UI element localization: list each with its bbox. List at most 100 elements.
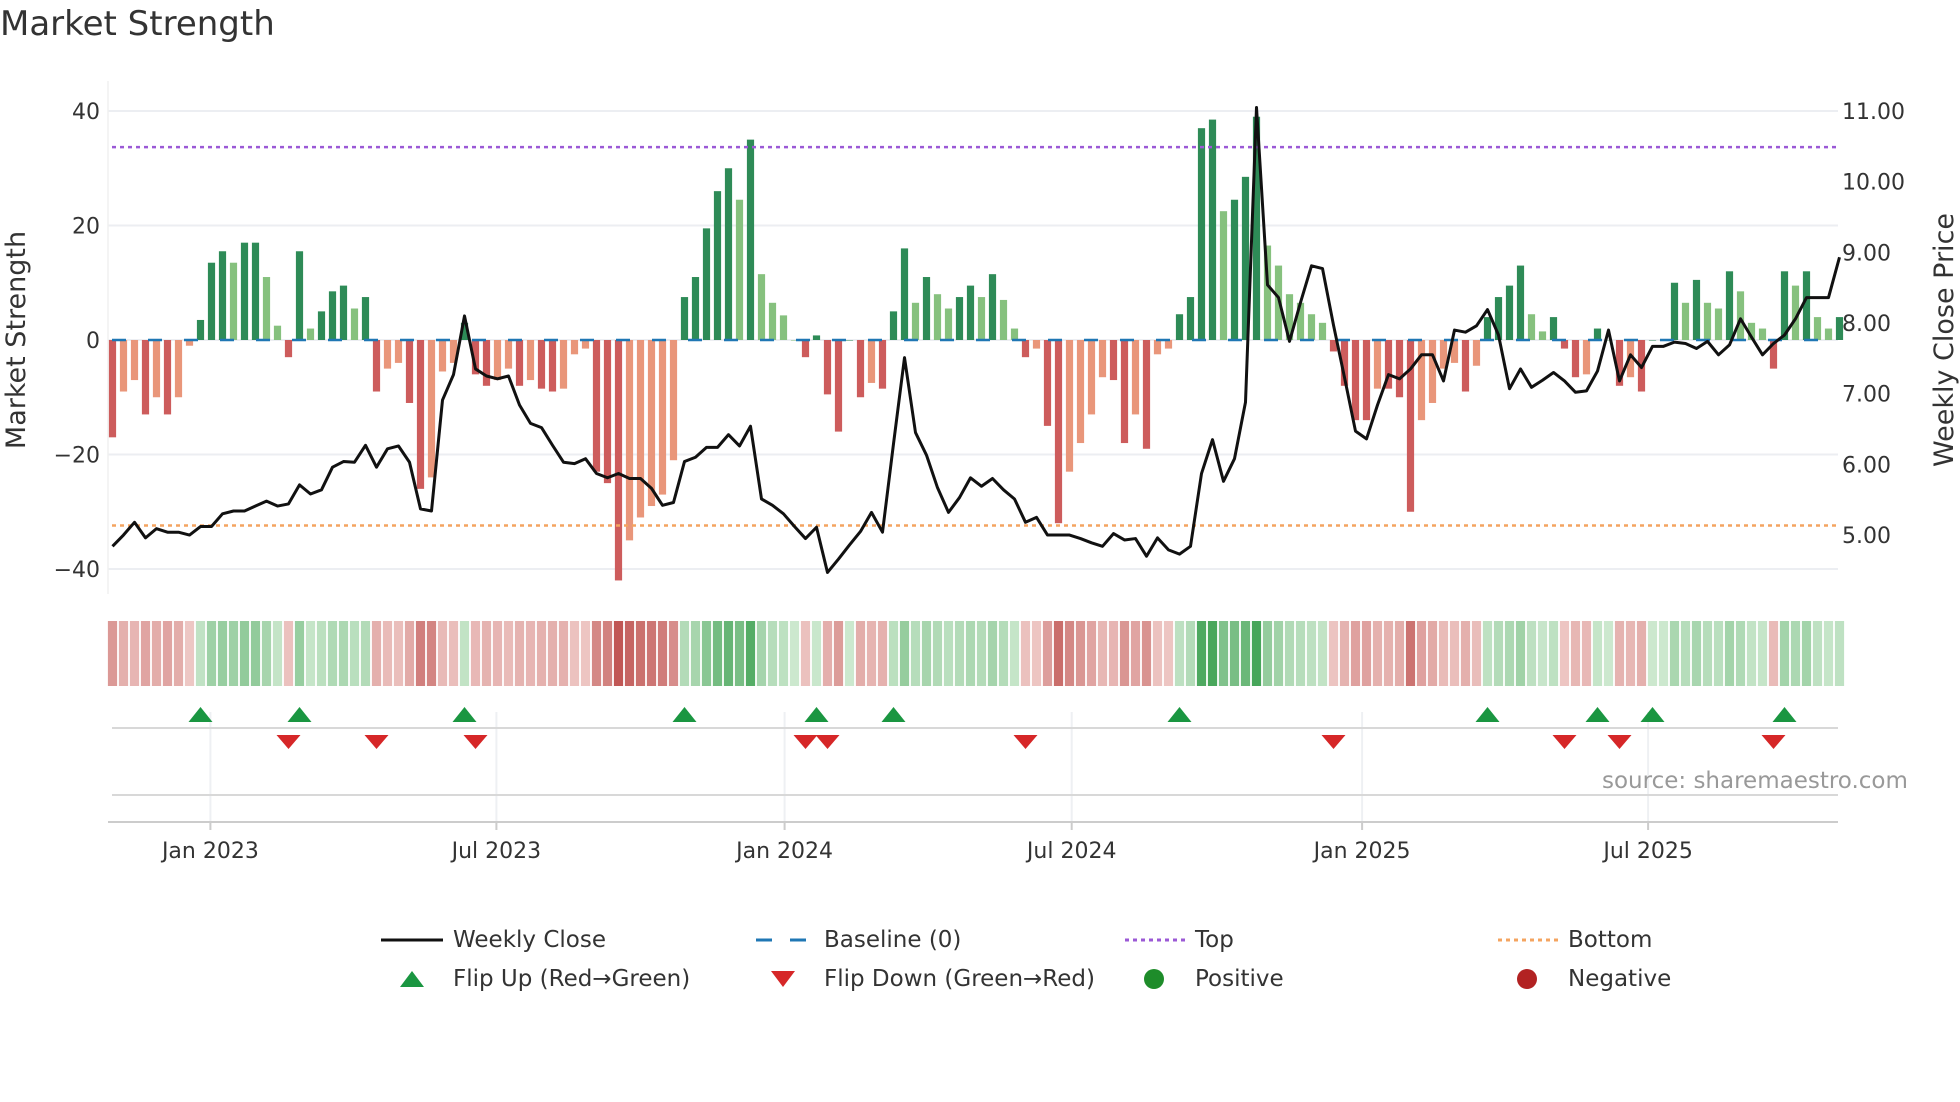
strength-bar	[174, 340, 183, 398]
strength-bar	[262, 277, 271, 340]
heatmap-cell	[844, 621, 855, 686]
heatmap-cell	[393, 621, 404, 686]
heatmap-cell	[1262, 621, 1273, 686]
strength-bar	[108, 340, 117, 438]
strength-bar	[1219, 211, 1228, 340]
heatmap-cell	[591, 621, 602, 686]
strength-bar	[1461, 340, 1470, 392]
x-tick-label: Jul 2024	[1025, 839, 1117, 864]
heatmap-cell	[1735, 621, 1746, 686]
strength-bar	[1373, 340, 1382, 389]
strength-bar	[702, 228, 711, 340]
heatmap-cell	[756, 621, 767, 686]
flip-down-marker	[276, 735, 301, 749]
heatmap-cell	[690, 621, 701, 686]
strength-bar	[152, 340, 161, 398]
heatmap-cell	[217, 621, 228, 686]
strength-bar	[1758, 328, 1767, 340]
heatmap-cell	[701, 621, 712, 686]
strength-bar	[713, 191, 722, 340]
flip-down-marker	[815, 735, 840, 749]
heatmap-cell	[1801, 621, 1812, 686]
y2-tick-label: 6.00	[1842, 453, 1891, 478]
heatmap-cell	[943, 621, 954, 686]
heatmap-cell	[1009, 621, 1020, 686]
strength-bar	[1483, 317, 1492, 340]
flip-down-marker	[1321, 735, 1346, 749]
heatmap-cell	[1614, 621, 1625, 686]
strength-bar	[1593, 328, 1602, 340]
legend-label: Flip Down (Green→Red)	[824, 966, 1095, 992]
source-credit: source: sharemaestro.com	[1602, 768, 1908, 794]
strength-bar	[130, 340, 139, 381]
heatmap-cell	[1658, 621, 1669, 686]
heatmap-cell	[1834, 621, 1845, 686]
strength-bar	[559, 340, 568, 389]
strength-bar	[1428, 340, 1437, 403]
legend-item-weekly-close: Weekly Close	[381, 922, 606, 958]
strength-bar	[394, 340, 403, 363]
strength-bar	[1714, 308, 1723, 340]
heatmap-cell	[833, 621, 844, 686]
strength-bar	[405, 340, 414, 403]
heatmap-cell	[514, 621, 525, 686]
legend-label: Weekly Close	[453, 927, 606, 953]
heatmap-cell	[1240, 621, 1251, 686]
heatmap-cell	[602, 621, 613, 686]
heatmap-cell	[734, 621, 745, 686]
strength-bar	[1472, 340, 1481, 366]
triangle-down-icon	[752, 961, 814, 997]
heatmap-cell	[1405, 621, 1416, 686]
flip-down-marker	[1013, 735, 1038, 749]
flip-down-marker	[1552, 735, 1577, 749]
strength-bar	[746, 139, 755, 340]
heatmap-cell	[338, 621, 349, 686]
strength-bar	[273, 325, 282, 340]
y2-tick-label: 10.00	[1842, 171, 1905, 196]
strength-bar	[1153, 340, 1162, 355]
heatmap-cell	[778, 621, 789, 686]
strength-bar	[834, 340, 843, 432]
legend-label: Bottom	[1568, 927, 1653, 953]
strength-bar	[1142, 340, 1151, 449]
strength-bar	[361, 297, 370, 340]
strength-bar	[845, 340, 854, 341]
strength-bar	[1835, 317, 1844, 340]
strength-bar	[207, 262, 216, 340]
strength-bar	[1736, 291, 1745, 340]
strength-bar	[1582, 340, 1591, 375]
heatmap-cell	[987, 621, 998, 686]
y-tick-label: −40	[54, 558, 100, 583]
strength-bar	[295, 251, 304, 340]
strength-bar	[1703, 302, 1712, 340]
heatmap-cell	[767, 621, 778, 686]
strength-bar	[493, 340, 502, 381]
flip-up-marker	[1772, 707, 1797, 722]
strength-bar	[1505, 285, 1514, 340]
strength-bar	[944, 308, 953, 340]
heatmap-cell	[437, 621, 448, 686]
strength-bar	[482, 340, 491, 386]
heatmap-cell	[657, 621, 668, 686]
y-axis-title: Market Strength	[1, 231, 32, 449]
strength-bar	[669, 340, 678, 461]
strength-bar	[1516, 265, 1525, 340]
heatmap-cell	[965, 621, 976, 686]
flip-down-marker	[1607, 735, 1632, 749]
heatmap-cell	[536, 621, 547, 686]
heatmap-cell	[712, 621, 723, 686]
heatmap-cell	[998, 621, 1009, 686]
heatmap-cell	[822, 621, 833, 686]
strength-bar	[735, 199, 744, 340]
flip-up-marker	[1585, 707, 1610, 722]
heatmap-cell	[1185, 621, 1196, 686]
x-tick-label: Jan 2024	[734, 839, 833, 864]
heatmap-cell	[679, 621, 690, 686]
heatmap-cell	[1020, 621, 1031, 686]
heatmap-cell	[228, 621, 239, 686]
strength-bar	[1362, 340, 1371, 421]
strength-bar	[1186, 297, 1195, 340]
legend-item-negative: Negative	[1496, 961, 1671, 997]
heatmap-cell	[448, 621, 459, 686]
heatmap-cell	[1053, 621, 1064, 686]
